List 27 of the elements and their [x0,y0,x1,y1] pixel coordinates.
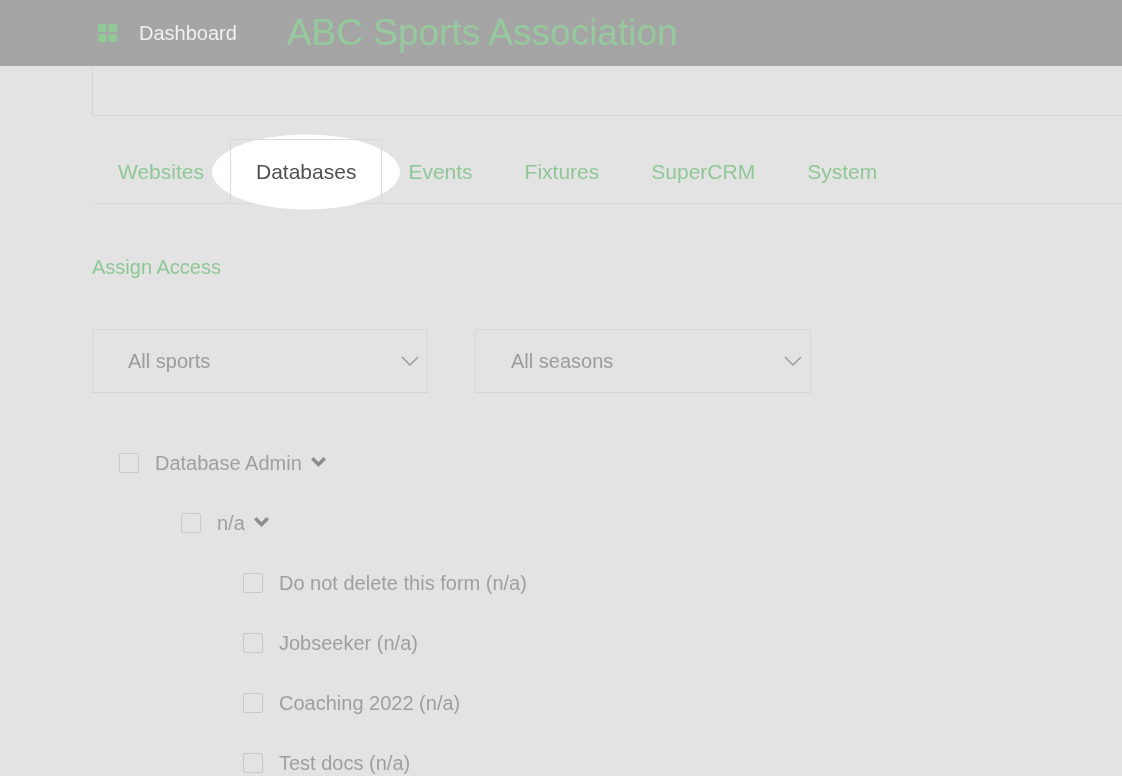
tree-item-label: Test docs (n/a) [279,751,411,775]
dashboard-link[interactable]: Dashboard [98,21,237,45]
checkbox[interactable] [243,753,263,773]
tab[interactable]: Events [382,139,499,203]
checkbox[interactable] [243,693,263,713]
checkbox[interactable] [243,633,263,653]
tree-item-label: n/a [217,511,245,535]
filter-select[interactable]: All seasons [475,329,811,393]
tab[interactable]: System [781,139,904,203]
tree-item-label: Jobseeker (n/a) [279,631,418,655]
tree-item-label: Database Admin [155,451,302,475]
tree-item-label: Coaching 2022 (n/a) [279,691,461,715]
checkbox[interactable] [181,513,201,533]
tab[interactable]: Fixtures [498,139,626,203]
tab[interactable]: Databases [230,139,383,203]
chevron-down-icon[interactable] [252,516,270,530]
chevron-down-icon [784,356,802,366]
checkbox[interactable] [243,573,263,593]
tab[interactable]: Websites [92,139,230,203]
chevron-down-icon [401,356,419,366]
assign-access-link[interactable]: Assign Access [92,256,221,279]
grid-icon [98,24,117,42]
filter-select[interactable]: All sports [92,329,428,393]
tree-item-label: Do not delete this form (n/a) [279,571,527,595]
chevron-down-icon[interactable] [309,456,327,470]
tab[interactable]: SuperCRM [625,139,782,203]
checkbox[interactable] [119,453,139,473]
